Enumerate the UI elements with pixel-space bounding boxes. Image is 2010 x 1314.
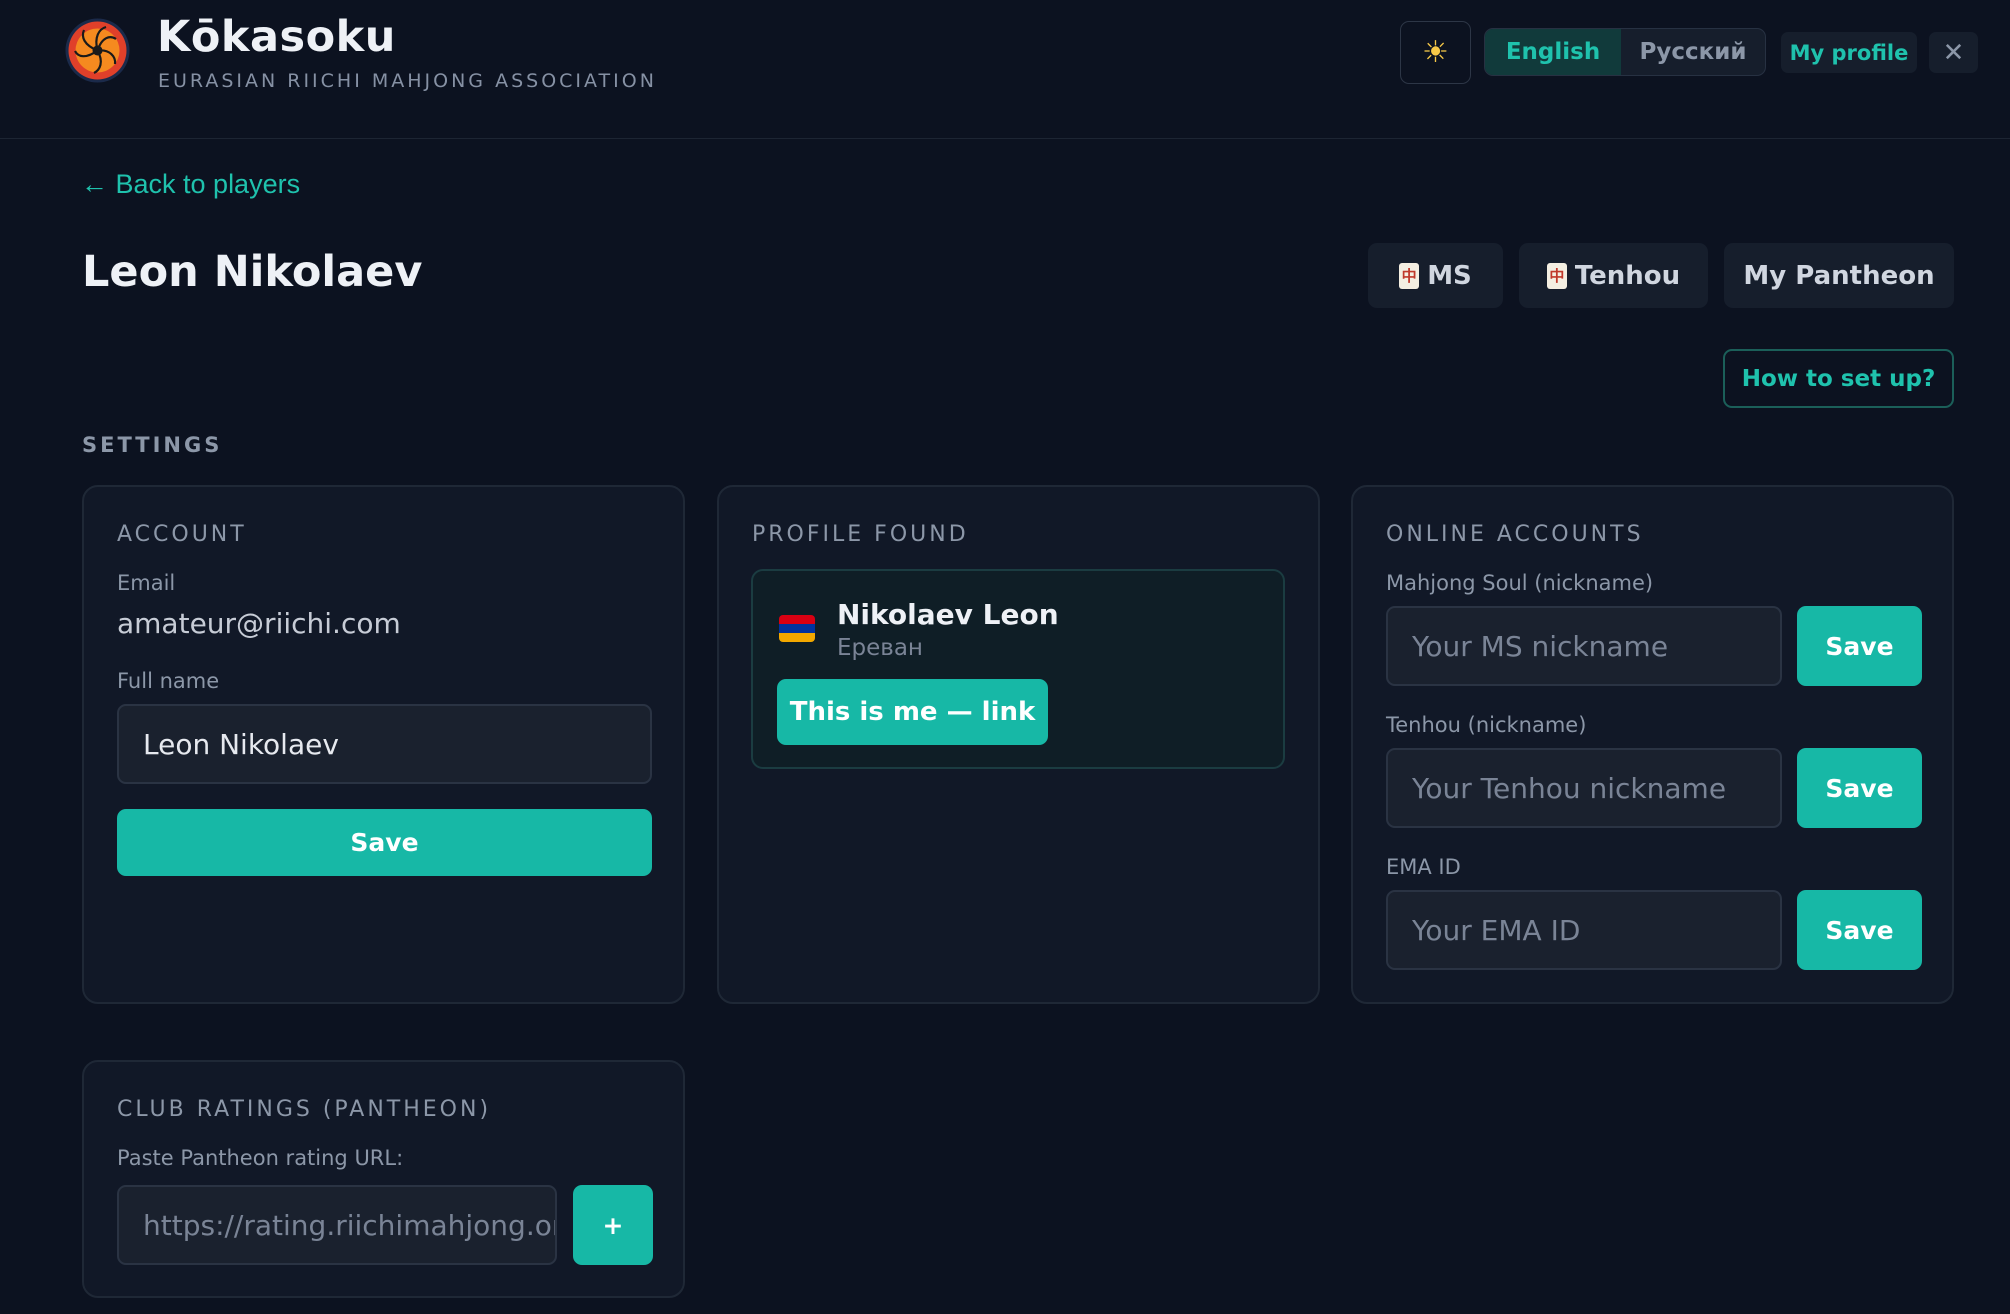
ms-profile-label: MS — [1427, 260, 1472, 291]
link-profile-button[interactable]: This is me — link — [777, 679, 1048, 745]
theme-toggle-button[interactable]: ☀ — [1400, 21, 1471, 84]
add-pantheon-url-button[interactable]: + — [573, 1185, 653, 1265]
page-title: Leon Nikolaev — [82, 247, 423, 297]
language-english-button[interactable]: English — [1485, 29, 1622, 75]
close-button[interactable]: ✕ — [1929, 32, 1978, 73]
settings-heading: SETTINGS — [82, 433, 223, 457]
mahjong-tile-icon: 中 — [1399, 262, 1420, 289]
save-tenhou-nickname-button[interactable]: Save — [1797, 748, 1922, 828]
club-ratings-card: CLUB RATINGS (PANTHEON) Paste Pantheon r… — [82, 1060, 685, 1298]
app-subtitle: EURASIAN RIICHI MAHJONG ASSOCIATION — [158, 70, 657, 92]
app-title: Kōkasoku — [157, 12, 396, 62]
profile-found-card: PROFILE FOUND Nikolaev Leon Ереван This … — [717, 485, 1320, 1004]
found-profile-box: Nikolaev Leon Ереван This is me — link — [751, 569, 1285, 769]
close-icon: ✕ — [1942, 37, 1965, 68]
app-header: Kōkasoku EURASIAN RIICHI MAHJONG ASSOCIA… — [0, 0, 2010, 139]
logo-icon[interactable] — [64, 17, 131, 84]
language-russian-button[interactable]: Русский — [1621, 29, 1765, 75]
ms-nickname-input[interactable]: Your MS nickname — [1386, 606, 1782, 686]
account-card: ACCOUNT Email amateur@riichi.com Full na… — [82, 485, 685, 1004]
save-ms-nickname-button[interactable]: Save — [1797, 606, 1922, 686]
profile-found-title: PROFILE FOUND — [752, 522, 969, 547]
save-ema-id-button[interactable]: Save — [1797, 890, 1922, 970]
email-value: amateur@riichi.com — [117, 607, 401, 640]
tenhou-nickname-input[interactable]: Your Tenhou nickname — [1386, 748, 1782, 828]
sun-icon: ☀ — [1422, 35, 1449, 70]
online-accounts-card: ONLINE ACCOUNTS Mahjong Soul (nickname) … — [1351, 485, 1954, 1004]
language-switcher: English Русский — [1484, 28, 1766, 76]
my-profile-button[interactable]: My profile — [1781, 32, 1917, 73]
back-to-players-link[interactable]: ← Back to players — [81, 169, 300, 200]
club-ratings-title: CLUB RATINGS (PANTHEON) — [117, 1097, 492, 1122]
pantheon-url-input[interactable]: https://rating.riichimahjong.org — [117, 1185, 557, 1265]
found-profile-city: Ереван — [837, 635, 923, 661]
pantheon-url-label: Paste Pantheon rating URL: — [117, 1146, 404, 1170]
ema-id-input[interactable]: Your EMA ID — [1386, 890, 1782, 970]
tenhou-profile-label: Tenhou — [1574, 260, 1681, 291]
online-accounts-title: ONLINE ACCOUNTS — [1386, 522, 1644, 547]
email-label: Email — [117, 571, 176, 595]
tenhou-profile-button[interactable]: 中 Tenhou — [1519, 243, 1708, 308]
save-account-button[interactable]: Save — [117, 809, 652, 876]
account-card-title: ACCOUNT — [117, 522, 247, 547]
my-pantheon-button[interactable]: My Pantheon — [1724, 243, 1954, 308]
mahjong-tile-icon: 中 — [1546, 262, 1567, 289]
ema-id-label: EMA ID — [1386, 855, 1461, 879]
how-to-set-up-button[interactable]: How to set up? — [1723, 349, 1954, 408]
found-profile-name: Nikolaev Leon — [837, 598, 1059, 631]
armenia-flag-icon — [779, 615, 815, 642]
full-name-label: Full name — [117, 669, 220, 693]
full-name-field[interactable]: Leon Nikolaev — [117, 704, 652, 784]
tenhou-nickname-label: Tenhou (nickname) — [1386, 713, 1587, 737]
ms-nickname-label: Mahjong Soul (nickname) — [1386, 571, 1654, 595]
ms-profile-button[interactable]: 中 MS — [1368, 243, 1503, 308]
